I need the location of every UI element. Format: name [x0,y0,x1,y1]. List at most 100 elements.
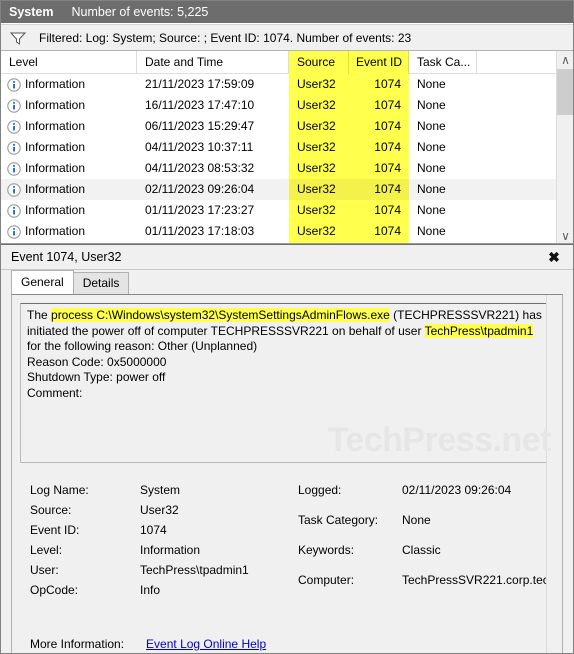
information-icon [7,140,21,155]
metadata-label: Task Category: [298,513,379,527]
cell-level-text: Information [25,203,86,217]
metadata-value: TechPress\tpadmin1 [140,563,249,577]
metadata-value: Classic [402,543,441,557]
column-header-date[interactable]: Date and Time [137,51,289,74]
cell-level: Information [1,158,137,179]
metadata-label: OpCode: [30,583,79,597]
information-icon [7,98,21,113]
metadata-label: User: [30,563,59,577]
table-row[interactable]: Information 02/11/2023 09:26:04 User32 1074… [1,179,573,200]
cell-task-category: None [417,161,446,175]
metadata-label: Logged: [298,483,342,497]
detail-title: Event 1074, User32 [11,250,122,264]
metadata-value: Info [140,583,161,597]
filter-description: Filtered: Log: System; Source: ; Event I… [39,30,412,45]
metadata-label: Source: [30,503,72,517]
metadata-label: Event ID: [30,523,80,537]
cell-level: Information [1,95,137,116]
cell-date: 01/11/2023 17:23:27 [145,203,255,217]
event-count-label: Number of events: 5,225 [71,5,209,19]
cell-date: 04/11/2023 08:53:32 [145,161,255,175]
table-row[interactable]: Information 21/11/2023 17:59:09 User32 1074… [1,74,573,95]
cell-date: 16/11/2023 17:47:10 [145,98,255,112]
information-icon [7,182,21,197]
column-header-source[interactable]: Source [289,51,349,74]
cell-source: User32 [289,179,349,200]
metadata-column-right: Logged: 02/11/2023 09:26:04 Task Category:… [298,483,556,597]
column-header-level[interactable]: Level [1,51,137,74]
cell-event-id: 1074 [349,221,409,242]
cell-date: 04/11/2023 10:37:11 [145,140,254,154]
metadata-label: Log Name: [30,483,89,497]
information-icon [7,203,21,218]
column-header-task-category[interactable]: Task Ca... [409,51,477,74]
cell-event-id: 1074 [349,158,409,179]
cell-level-text: Information [25,224,86,238]
cell-source: User32 [289,221,349,242]
cell-source: User32 [289,137,349,158]
desc-shutdown-type: Shutdown Type: power off [27,370,166,384]
log-header-bar: System Number of events: 5,225 [1,1,573,24]
cell-level-text: Information [25,119,86,133]
cell-date: 06/11/2023 15:29:47 [145,119,255,133]
filter-bar[interactable]: Filtered: Log: System; Source: ; Event I… [1,24,573,51]
information-icon [7,161,21,176]
cell-level-text: Information [25,161,86,175]
cell-level: Information [1,74,137,95]
desc-reason-code: Reason Code: 0x5000000 [27,354,167,369]
desc-segment-1: The [27,308,52,322]
metadata-value: User32 [140,503,179,517]
column-header-event-id[interactable]: Event ID [349,51,409,74]
close-icon[interactable]: ✖ [543,247,565,267]
cell-task-category: None [417,98,446,112]
cell-date: 01/11/2023 17:18:03 [145,224,255,238]
metadata-label: Computer: [298,573,355,587]
table-row[interactable]: Information 16/11/2023 17:47:10 User32 1074… [1,95,573,116]
metadata-column-left: Log Name: System Source: User32 Event ID: 107… [30,483,298,597]
table-row[interactable]: Information 01/11/2023 17:18:03 User32 1074… [1,221,573,242]
events-list-pane: Level Date and Time Source Event ID Task… [1,51,573,244]
table-row[interactable]: Information 04/11/2023 08:53:32 User32 1074… [1,158,573,179]
event-metadata: Log Name: System Source: User32 Event ID: 107… [12,475,562,597]
information-icon [7,77,21,92]
event-log-online-help-link[interactable]: Event Log Online Help [146,637,266,651]
events-list-scrollbar[interactable]: ∧ ∨ [556,51,573,243]
cell-date: 21/11/2023 17:59:09 [145,77,255,91]
metadata-value: TechPressSVR221.corp.techpress.n [402,573,556,587]
events-column-headers: Level Date and Time Source Event ID Task… [1,51,573,74]
desc-highlight-process: process C:\Windows\system32\SystemSettin… [51,308,390,322]
desc-highlight-user: TechPress\tpadmin1 [424,323,534,338]
table-row[interactable]: Information 06/11/2023 15:29:47 User32 1074… [1,116,573,137]
events-rows-container: Information 21/11/2023 17:59:09 User32 1074… [1,74,573,243]
cell-level-text: Information [25,98,86,112]
cell-event-id: 1074 [349,179,409,200]
table-row[interactable]: Information 01/11/2023 17:23:27 User32 1074… [1,200,573,221]
cell-task-category: None [417,224,446,238]
cell-source: User32 [289,200,349,221]
cell-event-id: 1074 [349,116,409,137]
tab-details[interactable]: Details [72,272,130,294]
more-information-row: More Information: Event Log Online Help [30,637,266,651]
table-row[interactable]: Information 04/11/2023 10:37:11 User32 1074… [1,137,573,158]
scroll-up-arrow-icon[interactable]: ∧ [557,51,573,68]
information-icon [7,119,21,134]
metadata-value: System [140,483,181,497]
metadata-value: None [402,513,431,527]
event-description-box[interactable]: The process C:\Windows\system32\SystemSe… [20,303,554,463]
event-description-text: The process C:\Windows\system32\SystemSe… [21,304,553,401]
log-name-label: System [9,5,54,19]
cell-source: User32 [289,95,349,116]
cell-event-id: 1074 [349,95,409,116]
cell-level: Information [1,137,137,158]
cell-source: User32 [289,158,349,179]
cell-level: Information [1,200,137,221]
tab-general[interactable]: General [11,270,74,294]
cell-task-category: None [417,203,446,217]
cell-level: Information [1,221,137,242]
information-icon [7,224,21,239]
scroll-down-arrow-icon[interactable]: ∨ [557,227,573,243]
cell-event-id: 1074 [349,200,409,221]
scrollbar-thumb[interactable] [557,69,573,115]
cell-level-text: Information [25,77,86,91]
detail-tabs: General Details [1,270,573,294]
